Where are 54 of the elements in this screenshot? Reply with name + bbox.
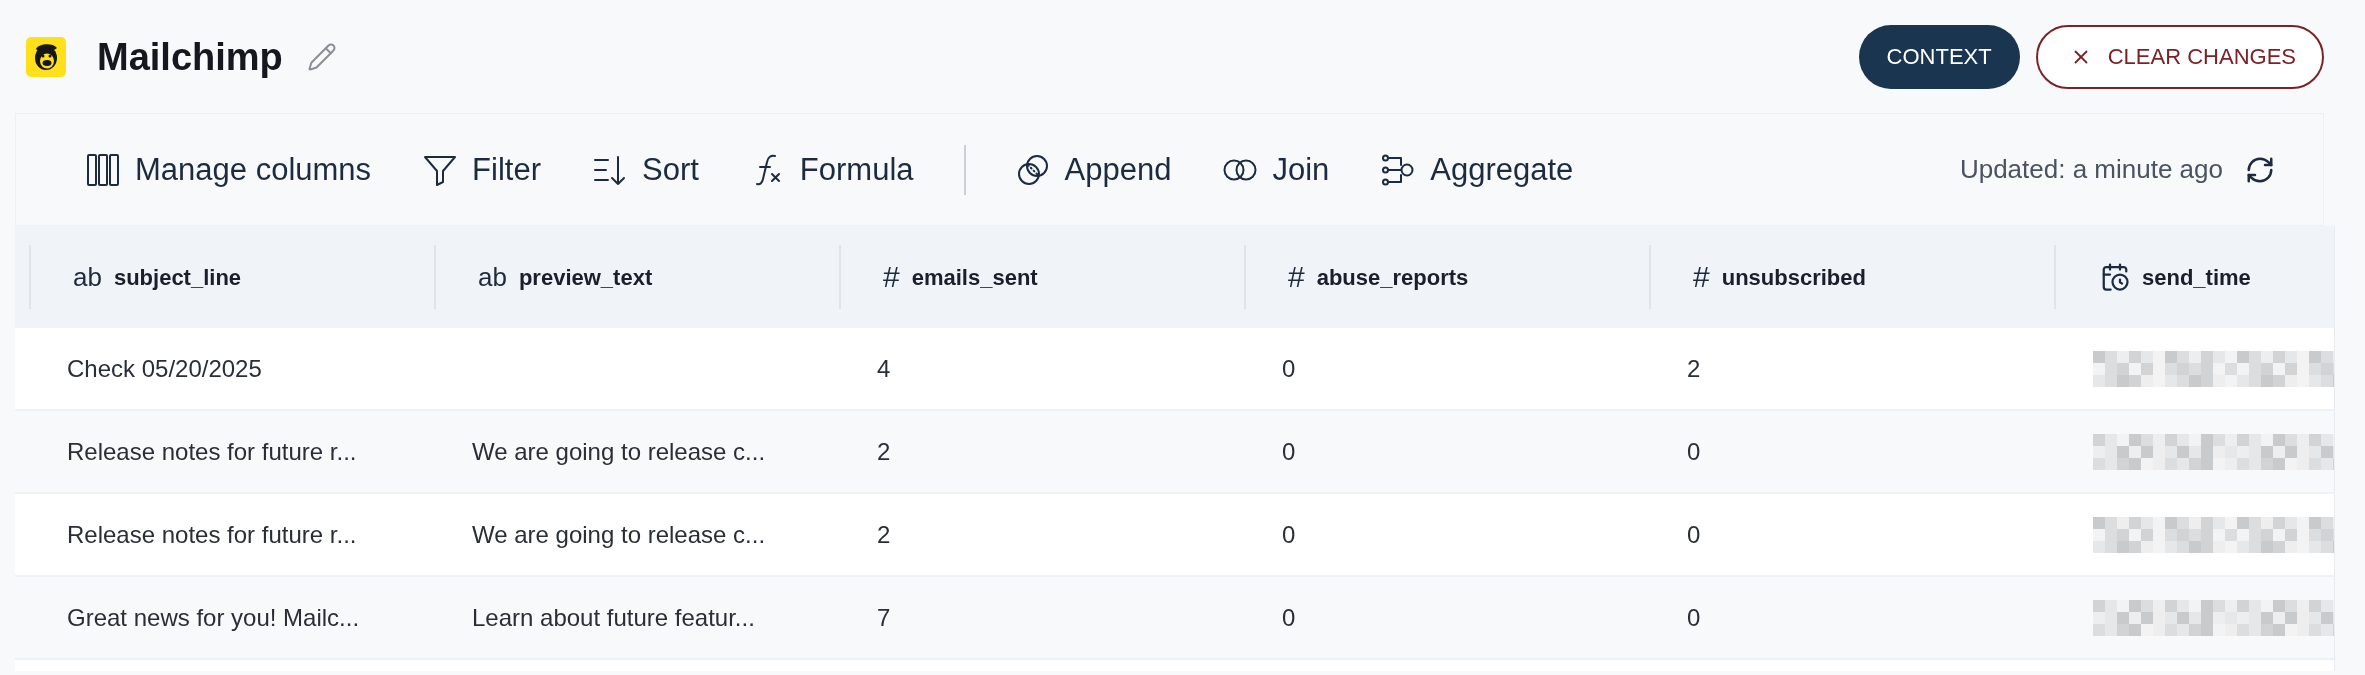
table-cell-text: We are going to release c... bbox=[472, 436, 766, 467]
clear-changes-button[interactable]: CLEAR CHANGES bbox=[2035, 24, 2324, 89]
toolbar-button[interactable]: Filter bbox=[423, 152, 541, 187]
table-cell-text: 2 bbox=[1687, 353, 1701, 384]
table-cell-text: 0 bbox=[1687, 436, 1701, 467]
table-cell-text: Great news for you! Mailc... bbox=[67, 602, 360, 633]
logo-icon bbox=[26, 36, 66, 77]
table-cell-text: Release notes for future r... bbox=[67, 519, 357, 550]
context-button[interactable]: CONTEXT bbox=[1858, 24, 2020, 89]
toolbar-button[interactable]: Formula bbox=[750, 152, 914, 187]
table-cell-text: 2 bbox=[877, 519, 891, 550]
calendar-clock-icon bbox=[2100, 262, 2130, 292]
table-cell-text: Learn about future featur... bbox=[472, 602, 755, 633]
table-cell-text: We are going to release c... bbox=[472, 519, 766, 550]
toolbar-button[interactable]: Aggregate bbox=[1381, 152, 1574, 187]
column-title: unsubscribed bbox=[1721, 263, 1866, 292]
table-cell-text: 0 bbox=[1687, 602, 1701, 633]
toolbar-button[interactable]: Join bbox=[1223, 152, 1330, 187]
updated-status: Updated: a minute ago bbox=[1959, 153, 2223, 186]
table-cell-text: Release notes for future r... bbox=[67, 436, 357, 467]
type-symbol: # bbox=[883, 262, 900, 292]
type-symbol: # bbox=[1693, 262, 1710, 292]
column-header[interactable]: # unsubscribed bbox=[1649, 245, 2054, 309]
column-header[interactable]: send_time bbox=[2054, 245, 2334, 309]
connected-nodes-icon bbox=[1381, 152, 1416, 187]
edit-button[interactable] bbox=[306, 41, 337, 72]
toolbar-button[interactable]: Manage columns bbox=[86, 152, 372, 187]
table-cell-text: 0 bbox=[1282, 519, 1296, 550]
table-cell-text: 0 bbox=[1282, 602, 1296, 633]
table-cell-text: 0 bbox=[1282, 436, 1296, 467]
table-cell-text: 0 bbox=[1282, 353, 1296, 384]
column-header[interactable]: ab preview_text bbox=[434, 245, 839, 309]
page-title: Mailchimp bbox=[97, 37, 283, 76]
toolbar-button[interactable]: Sort bbox=[592, 152, 699, 187]
table-cell-text: 2 bbox=[877, 436, 891, 467]
toolbar-button[interactable]: Append bbox=[1015, 152, 1172, 187]
column-header[interactable]: ab subject_line bbox=[29, 245, 434, 309]
column-header[interactable]: # emails_sent bbox=[839, 245, 1244, 309]
table-cell-text: 4 bbox=[877, 353, 891, 384]
type-symbol: ab bbox=[73, 264, 102, 290]
column-header[interactable]: # abuse_reports bbox=[1244, 245, 1649, 309]
column-title: send_time bbox=[2142, 263, 2251, 292]
table-cell-text: 0 bbox=[1687, 519, 1701, 550]
pencil-icon bbox=[306, 41, 337, 72]
table-cell-text: Check 05/20/2025 bbox=[67, 353, 262, 384]
column-title: preview_text bbox=[518, 263, 653, 292]
type-symbol: ab bbox=[478, 264, 507, 290]
type-symbol: # bbox=[1288, 262, 1305, 292]
table-cell-text: 7 bbox=[877, 602, 891, 633]
column-title: abuse_reports bbox=[1316, 263, 1469, 292]
column-title: emails_sent bbox=[911, 263, 1038, 292]
column-title: subject_line bbox=[113, 263, 242, 292]
columns-icon bbox=[86, 152, 120, 187]
overlapping-circles-icon bbox=[1015, 152, 1050, 187]
